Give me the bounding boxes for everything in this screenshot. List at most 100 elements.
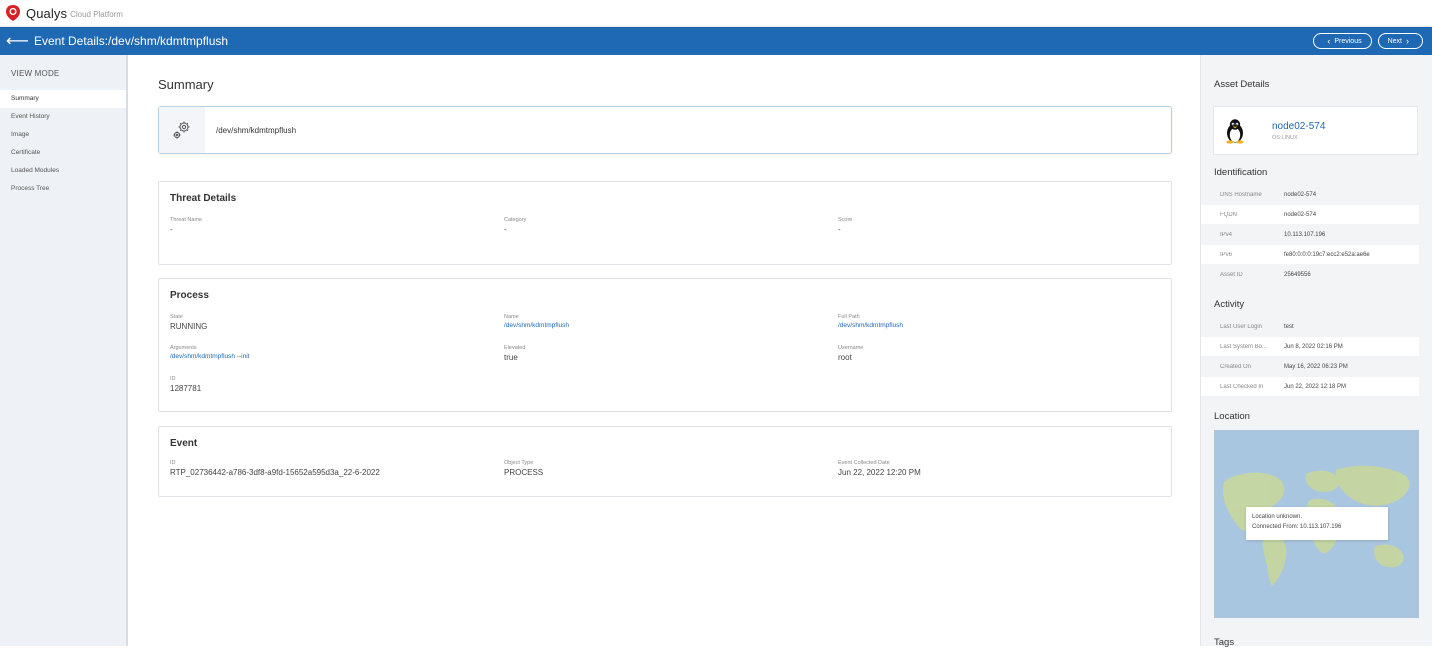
id-field: ID 1287781 [170,376,201,393]
pager: ‹ Previous Next › [1313,33,1423,49]
next-label: Next [1387,37,1402,45]
field-value: RUNNING [170,322,208,331]
chevron-left-icon: ‹ [1327,36,1331,46]
arguments-field: Arguments /dev/shm/kdmtmpflush --init [170,345,249,360]
kv-row: Last System Bo... Jun 8, 2022 02:16 PM [1201,337,1419,356]
kv-row: Created On May 16, 2022 06:23 PM [1201,357,1419,376]
field-value: root [838,353,852,362]
asset-os: OS:LINUX [1272,134,1298,141]
asset-info: node02-574 OS:LINUX [1272,121,1325,141]
sidebar-item-loaded-modules[interactable]: Loaded Modules [0,162,126,180]
field-value: 1287781 [170,384,202,393]
kv-value: Jun 8, 2022 02:16 PM [1284,343,1343,350]
kv-key: IPv6 [1220,251,1233,258]
kv-value: fe80:0:0:0:19c7:ecc2:e52a:ae6e [1284,251,1370,258]
field-value: true [504,353,518,362]
next-button[interactable]: Next › [1377,33,1423,49]
field-label: Object Type [504,460,534,466]
field-value-link[interactable]: /dev/shm/kdmtmpflush [838,322,903,329]
page-title: Event Details:/dev/shm/kdmtmpflush [34,34,229,48]
kv-row: FQDN node02-574 [1201,205,1419,224]
identification-heading: Identification [1214,167,1268,178]
view-mode-sidebar: VIEW MODE Summary Event History Image Ce… [0,55,128,646]
kv-key: DNS Hostname [1220,191,1262,198]
category-field: Category - [504,217,526,234]
field-label: Score [838,217,853,223]
kv-key: FQDN [1220,211,1237,218]
name-field: Name /dev/shm/kdmtmpflush [504,314,569,329]
location-heading: Location [1214,411,1250,422]
field-value-link[interactable]: /dev/shm/kdmtmpflush --init [170,353,249,360]
back-arrow-icon[interactable]: ⟵ [6,31,29,51]
full-path-field: Full Path /dev/shm/kdmtmpflush [838,314,903,329]
field-label: Username [838,345,864,351]
file-icon-box [159,107,205,153]
file-path: /dev/shm/kdmtmpflush [216,125,297,135]
previous-label: Previous [1334,37,1362,45]
location-tooltip: Location unknown. Connected From: 10.113… [1246,507,1388,540]
sidebar-item-certificate[interactable]: Certificate [0,144,126,162]
kv-value: node02-574 [1284,211,1317,218]
kv-value: node02-574 [1284,191,1317,198]
field-label: Name [504,314,519,320]
kv-row: Last User Login test [1201,317,1419,336]
tags-heading: Tags [1214,637,1235,648]
summary-heading: Summary [158,77,214,92]
connected-from: Connected From: 10.113.107.196 [1252,524,1342,530]
sidebar-nav: Summary Event History Image Certificate … [0,90,126,198]
kv-key: Last User Login [1220,323,1263,330]
kv-value: test [1284,323,1294,330]
asset-name-link[interactable]: node02-574 [1272,121,1325,132]
kv-key: IPv4 [1220,231,1233,238]
field-label: Event Collected Date [838,460,890,466]
field-label: ID [170,376,176,382]
chevron-right-icon: › [1406,36,1409,46]
brand-bar: Qualys Cloud Platform [0,0,1432,27]
score-field: Score - [838,217,852,234]
object-type-field: Object Type PROCESS [504,460,543,477]
kv-value: May 16, 2022 06:23 PM [1284,363,1348,370]
qualys-logo-icon [6,5,20,21]
field-label: Threat Name [170,217,203,223]
field-value-link[interactable]: /dev/shm/kdmtmpflush [504,322,569,329]
field-label: ID [170,460,176,466]
state-field: State RUNNING [170,314,207,331]
kv-key: Last System Bo... [1220,343,1268,350]
sidebar-item-process-tree[interactable]: Process Tree [0,180,126,198]
kv-row: DNS Hostname node02-574 [1201,185,1419,204]
field-label: Full Path [838,314,860,320]
kv-row: IPv4 10.113.107.196 [1201,225,1419,244]
asset-card: node02-574 OS:LINUX [1213,106,1418,155]
field-label: Arguments [170,345,197,351]
sidebar-item-summary[interactable]: Summary [0,90,126,108]
field-value: - [504,225,507,234]
gears-icon [173,121,190,139]
kv-value: Jun 22, 2022 12:18 PM [1284,383,1347,390]
kv-row: Last Checked In Jun 22, 2022 12:18 PM [1201,377,1419,396]
activity-heading: Activity [1214,299,1245,310]
field-value: - [838,225,841,234]
threat-details-title: Threat Details [170,193,237,204]
field-value: Jun 22, 2022 12:20 PM [838,468,921,477]
elevated-field: Elevated true [504,345,525,362]
event-id-field: ID RTP_02736442-a786-3df8-a9fd-15652a595… [170,460,380,477]
kv-row: IPv6 fe80:0:0:0:19c7:ecc2:e52a:ae6e [1201,245,1419,264]
event-card: Event ID RTP_02736442-a786-3df8-a9fd-156… [158,426,1172,497]
kv-key: Last Checked In [1220,383,1264,390]
kv-value: 25649556 [1284,271,1311,278]
kv-row: Asset ID 25649556 [1201,265,1419,284]
threat-details-card: Threat Details Threat Name - Category - … [158,181,1172,265]
main-content: Summary /dev/shm/kdmtmpflush Threat Deta… [130,55,1200,646]
field-value: RTP_02736442-a786-3df8-a9fd-15652a595d3a… [170,468,380,477]
previous-button[interactable]: ‹ Previous [1313,33,1372,49]
kv-value: 10.113.107.196 [1284,231,1326,238]
location-map[interactable]: Location unknown. Connected From: 10.113… [1214,430,1419,618]
kv-key: Asset ID [1220,271,1243,278]
kv-key: Created On [1220,363,1252,370]
field-label: Category [504,217,527,223]
field-label: State [170,314,183,320]
event-collected-date-field: Event Collected Date Jun 22, 2022 12:20 … [838,460,921,477]
brand-name: Qualys [26,5,68,21]
sidebar-item-event-history[interactable]: Event History [0,108,126,126]
sidebar-item-image[interactable]: Image [0,126,126,144]
